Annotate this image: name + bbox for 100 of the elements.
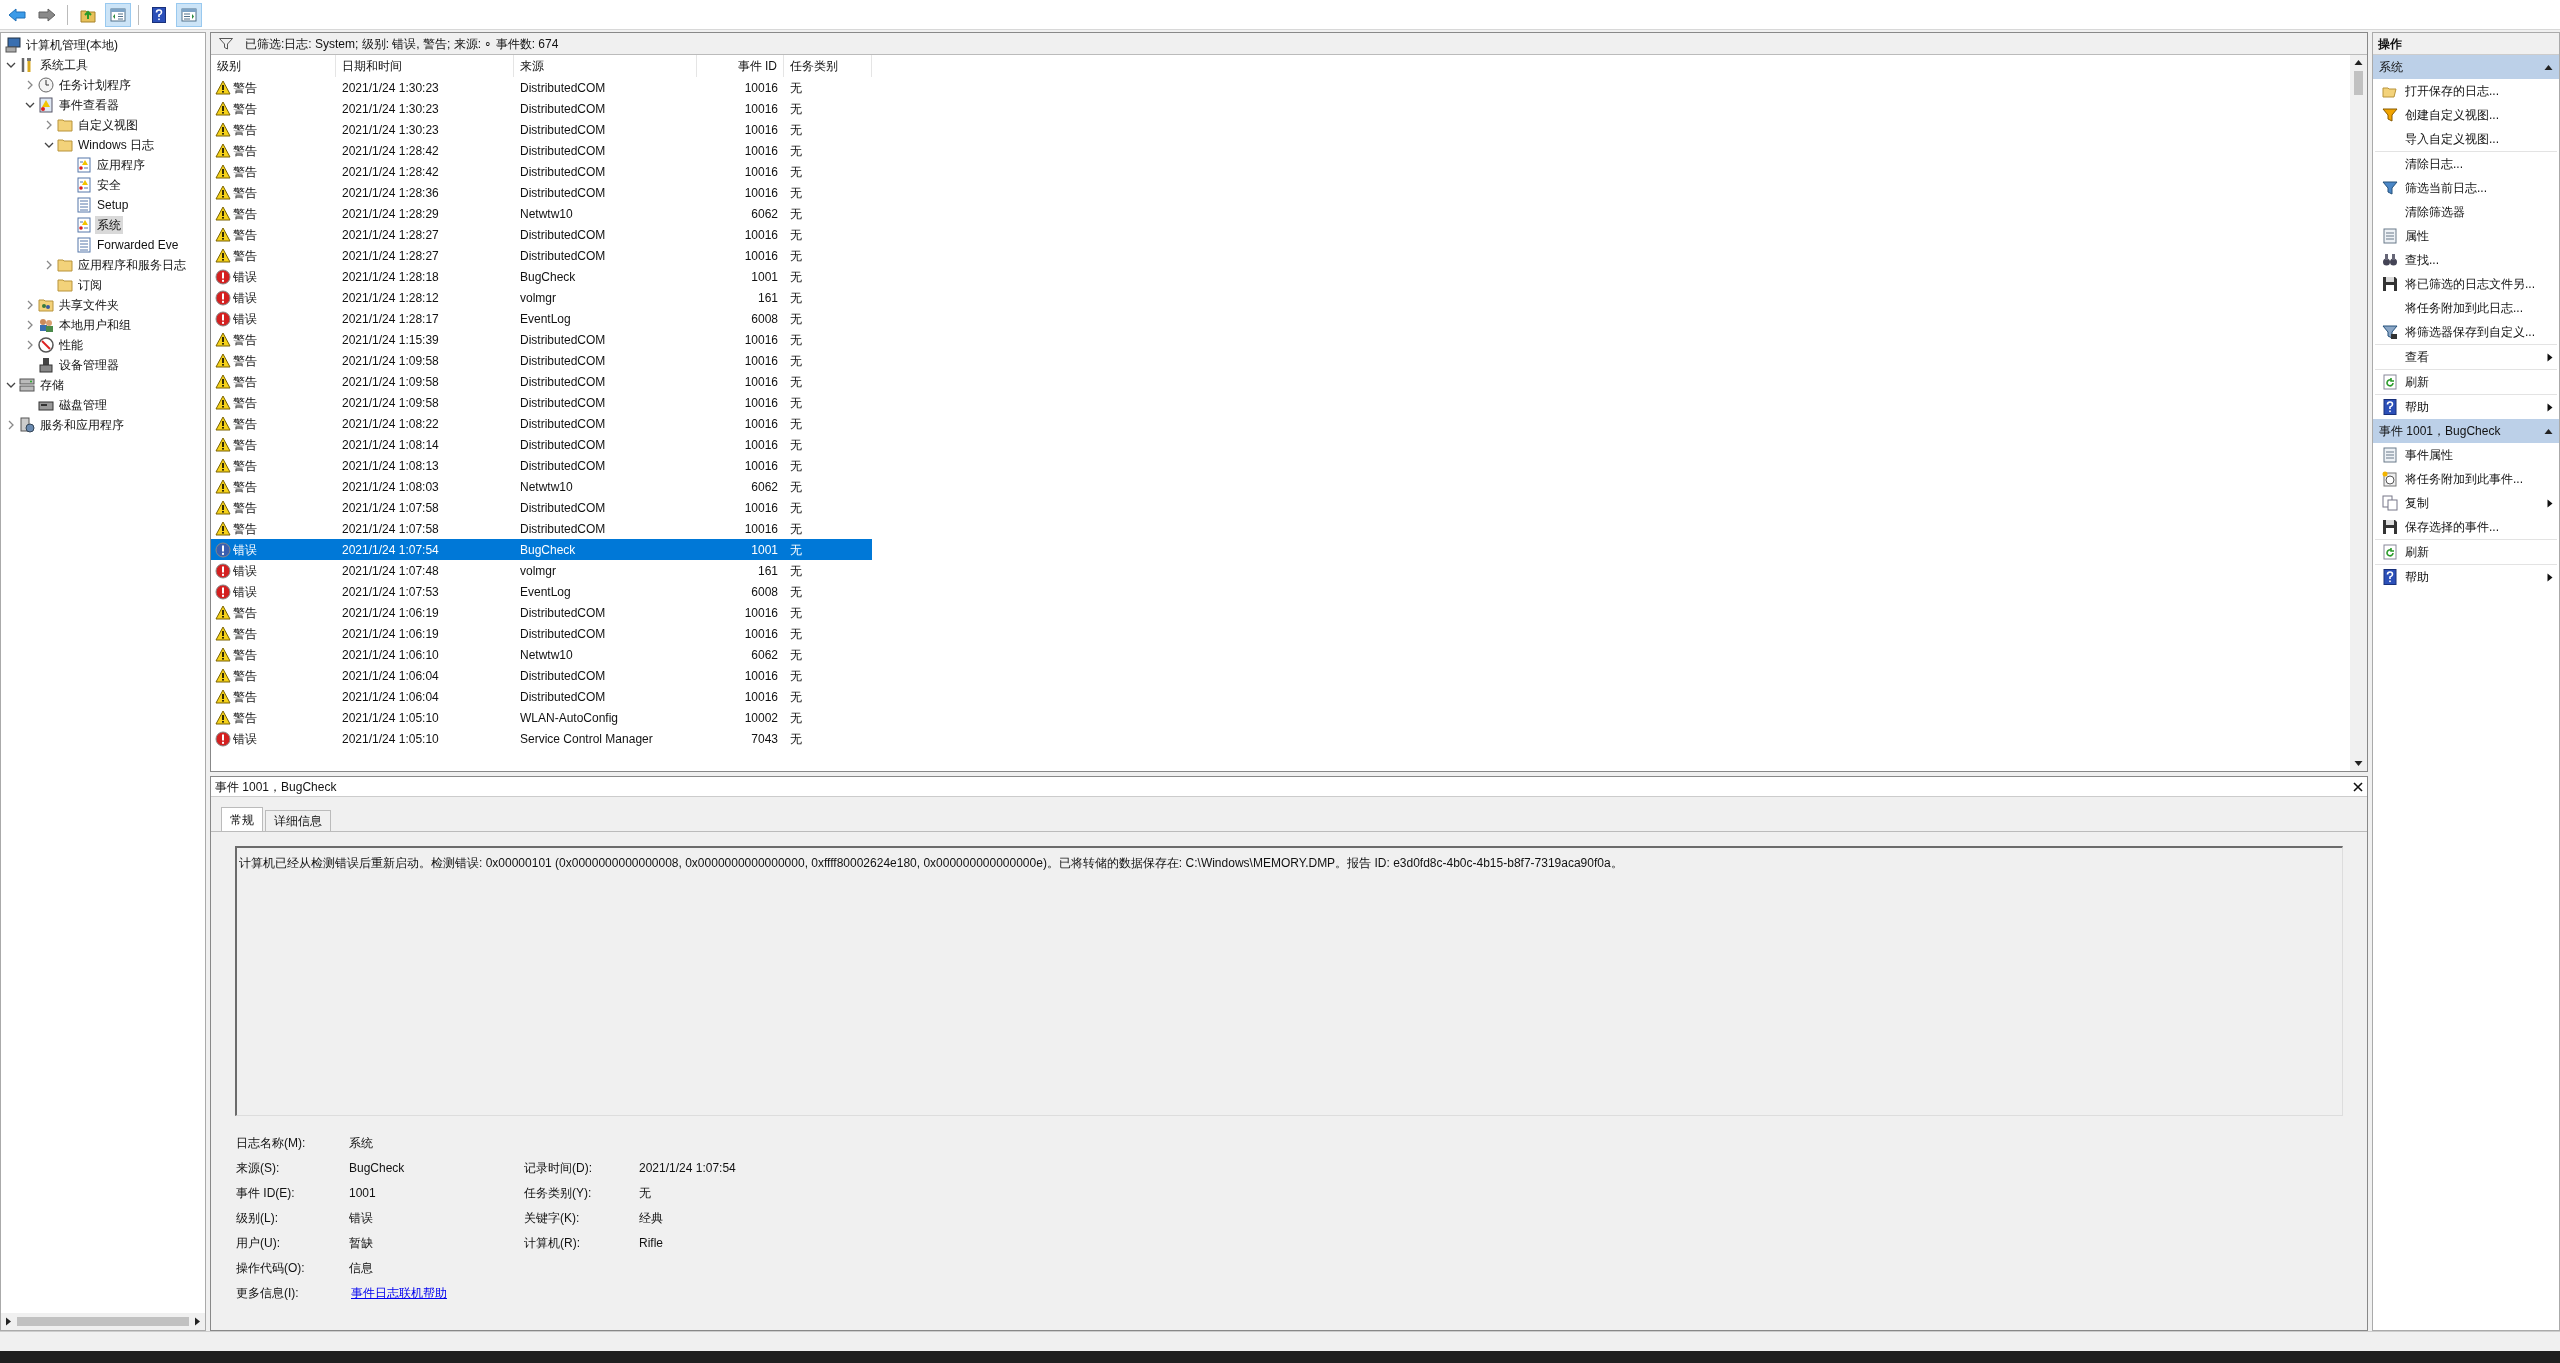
action-item[interactable]: 复制 [2375, 491, 2557, 515]
event-row[interactable]: 错误 2021/1/24 1:28:17 EventLog 6008 无 [211, 308, 872, 329]
column-header[interactable]: 日期和时间 [336, 55, 514, 77]
event-row[interactable]: 警告 2021/1/24 1:28:42 DistributedCOM 10016 无 [211, 161, 872, 182]
action-item[interactable]: 查看 [2375, 345, 2557, 369]
section-header[interactable]: 系统 [2373, 55, 2559, 79]
action-item[interactable]: 将任务附加到此事件... [2375, 467, 2557, 491]
tree-item[interactable]: 自定义视图 [76, 116, 140, 134]
event-row[interactable]: 警告 2021/1/24 1:15:39 DistributedCOM 10016 无 [211, 329, 872, 350]
tree-item[interactable]: 应用程序 [95, 156, 147, 174]
column-header[interactable]: 级别 [211, 55, 336, 77]
tree-item[interactable]: Forwarded Eve [95, 236, 181, 254]
scroll-left-icon[interactable] [4, 1317, 13, 1326]
section-header[interactable]: 事件 1001，BugCheck [2373, 419, 2559, 443]
action-item[interactable]: 属性 [2375, 224, 2557, 248]
action-item[interactable]: 将任务附加到此日志... [2375, 296, 2557, 320]
help-link[interactable]: 事件日志联机帮助 [349, 1284, 447, 1302]
tree-item[interactable]: 计算机管理(本地) [24, 36, 120, 54]
chevron-right-icon[interactable] [44, 260, 54, 270]
scroll-right-icon[interactable] [193, 1317, 202, 1326]
action-item[interactable]: 清除日志... [2375, 152, 2557, 176]
scrollbar-thumb[interactable] [2354, 71, 2363, 95]
event-row[interactable]: 警告 2021/1/24 1:30:23 DistributedCOM 10016 无 [211, 77, 872, 98]
event-row[interactable]: 错误 2021/1/24 1:28:12 volmgr 161 无 [211, 287, 872, 308]
collapse-icon[interactable] [2544, 426, 2553, 436]
tree-item[interactable]: Setup [95, 196, 131, 214]
tree-item[interactable]: 事件查看器 [57, 96, 121, 114]
event-row[interactable]: 警告 2021/1/24 1:28:27 DistributedCOM 10016 无 [211, 224, 872, 245]
event-row[interactable]: 错误 2021/1/24 1:28:18 BugCheck 1001 无 [211, 266, 872, 287]
tree-item[interactable]: 任务计划程序 [57, 76, 133, 94]
chevron-right-icon[interactable] [44, 120, 54, 130]
tree-item[interactable]: 性能 [57, 336, 85, 354]
event-row[interactable]: 警告 2021/1/24 1:06:04 DistributedCOM 10016 无 [211, 665, 872, 686]
event-row[interactable]: 警告 2021/1/24 1:06:19 DistributedCOM 10016 无 [211, 602, 872, 623]
tree-item[interactable]: 设备管理器 [57, 356, 121, 374]
action-item[interactable]: 导入自定义视图... [2375, 127, 2557, 151]
event-row[interactable]: 警告 2021/1/24 1:06:19 DistributedCOM 10016 无 [211, 623, 872, 644]
vertical-scrollbar[interactable] [2350, 55, 2367, 771]
event-row[interactable]: 警告 2021/1/24 1:28:29 Netwtw10 6062 无 [211, 203, 872, 224]
event-row[interactable]: 错误 2021/1/24 1:07:53 EventLog 6008 无 [211, 581, 872, 602]
action-item[interactable]: 事件属性 [2375, 443, 2557, 467]
column-header[interactable]: 来源 [514, 55, 697, 77]
event-row[interactable]: 警告 2021/1/24 1:09:58 DistributedCOM 10016 无 [211, 371, 872, 392]
chevron-right-icon[interactable] [6, 420, 16, 430]
event-row[interactable]: 警告 2021/1/24 1:07:58 DistributedCOM 10016 无 [211, 518, 872, 539]
chevron-right-icon[interactable] [25, 80, 35, 90]
horizontal-scrollbar[interactable] [1, 1313, 205, 1330]
tree-item[interactable]: Windows 日志 [76, 136, 156, 154]
tab[interactable]: 详细信息 [265, 810, 331, 831]
scrollbar-thumb[interactable] [17, 1317, 189, 1326]
close-icon[interactable] [2353, 781, 2363, 792]
chevron-down-icon[interactable] [6, 60, 16, 70]
action-item[interactable]: 筛选当前日志... [2375, 176, 2557, 200]
tree-item[interactable]: 存储 [38, 376, 66, 394]
event-row[interactable]: 警告 2021/1/24 1:08:03 Netwtw10 6062 无 [211, 476, 872, 497]
action-item[interactable]: 打开保存的日志... [2375, 79, 2557, 103]
chevron-down-icon[interactable] [6, 380, 16, 390]
action-item[interactable]: 将筛选器保存到自定义... [2375, 320, 2557, 344]
tree-item[interactable]: 磁盘管理 [57, 396, 109, 414]
column-header[interactable]: 任务类别 [784, 55, 872, 77]
event-row[interactable]: 警告 2021/1/24 1:09:58 DistributedCOM 10016 无 [211, 350, 872, 371]
scroll-up-icon[interactable] [2354, 58, 2363, 67]
event-row[interactable]: 警告 2021/1/24 1:08:14 DistributedCOM 10016 无 [211, 434, 872, 455]
action-item[interactable]: 刷新 [2375, 370, 2557, 394]
event-row[interactable]: 警告 2021/1/24 1:28:36 DistributedCOM 10016 无 [211, 182, 872, 203]
tree-item[interactable]: 订阅 [76, 276, 104, 294]
event-row[interactable]: 错误 2021/1/24 1:07:48 volmgr 161 无 [211, 560, 872, 581]
tree-item[interactable]: 共享文件夹 [57, 296, 121, 314]
tree-item[interactable]: 服务和应用程序 [38, 416, 126, 434]
action-item[interactable]: 将已筛选的日志文件另... [2375, 272, 2557, 296]
event-row[interactable]: 警告 2021/1/24 1:30:23 DistributedCOM 10016 无 [211, 119, 872, 140]
event-row[interactable]: 警告 2021/1/24 1:06:10 Netwtw10 6062 无 [211, 644, 872, 665]
event-row[interactable]: 警告 2021/1/24 1:08:13 DistributedCOM 10016 无 [211, 455, 872, 476]
event-row[interactable]: 警告 2021/1/24 1:05:10 WLAN-AutoConfig 10002 无 [211, 707, 872, 728]
chevron-down-icon[interactable] [25, 100, 35, 110]
tab[interactable]: 常规 [221, 807, 263, 831]
event-row[interactable]: 错误 2021/1/24 1:05:10 Service Control Manager 7043 无 [211, 728, 872, 749]
tree-item[interactable]: 应用程序和服务日志 [76, 256, 188, 274]
tree-item[interactable]: 本地用户和组 [57, 316, 133, 334]
event-row[interactable]: 警告 2021/1/24 1:28:27 DistributedCOM 10016 无 [211, 245, 872, 266]
event-row[interactable]: 警告 2021/1/24 1:06:04 DistributedCOM 10016 无 [211, 686, 872, 707]
action-item[interactable]: 查找... [2375, 248, 2557, 272]
event-row[interactable]: 警告 2021/1/24 1:28:42 DistributedCOM 10016 无 [211, 140, 872, 161]
tree-item[interactable]: 系统工具 [38, 56, 90, 74]
tree-item[interactable]: 安全 [95, 176, 123, 194]
tree-item[interactable]: 系统 [95, 216, 123, 234]
collapse-icon[interactable] [2544, 62, 2553, 72]
action-item[interactable]: 清除筛选器 [2375, 200, 2557, 224]
action-item[interactable]: 创建自定义视图... [2375, 103, 2557, 127]
action-item[interactable]: 帮助 [2375, 395, 2557, 419]
column-header[interactable]: 事件 ID [697, 55, 784, 77]
action-item[interactable]: 刷新 [2375, 540, 2557, 564]
event-row[interactable]: 警告 2021/1/24 1:07:58 DistributedCOM 10016 无 [211, 497, 872, 518]
event-row[interactable]: 错误 2021/1/24 1:07:54 BugCheck 1001 无 [211, 539, 872, 560]
chevron-down-icon[interactable] [44, 140, 54, 150]
action-item[interactable]: 帮助 [2375, 565, 2557, 589]
scroll-down-icon[interactable] [2354, 759, 2363, 768]
event-row[interactable]: 警告 2021/1/24 1:08:22 DistributedCOM 10016 无 [211, 413, 872, 434]
event-row[interactable]: 警告 2021/1/24 1:30:23 DistributedCOM 10016 无 [211, 98, 872, 119]
event-row[interactable]: 警告 2021/1/24 1:09:58 DistributedCOM 10016 无 [211, 392, 872, 413]
